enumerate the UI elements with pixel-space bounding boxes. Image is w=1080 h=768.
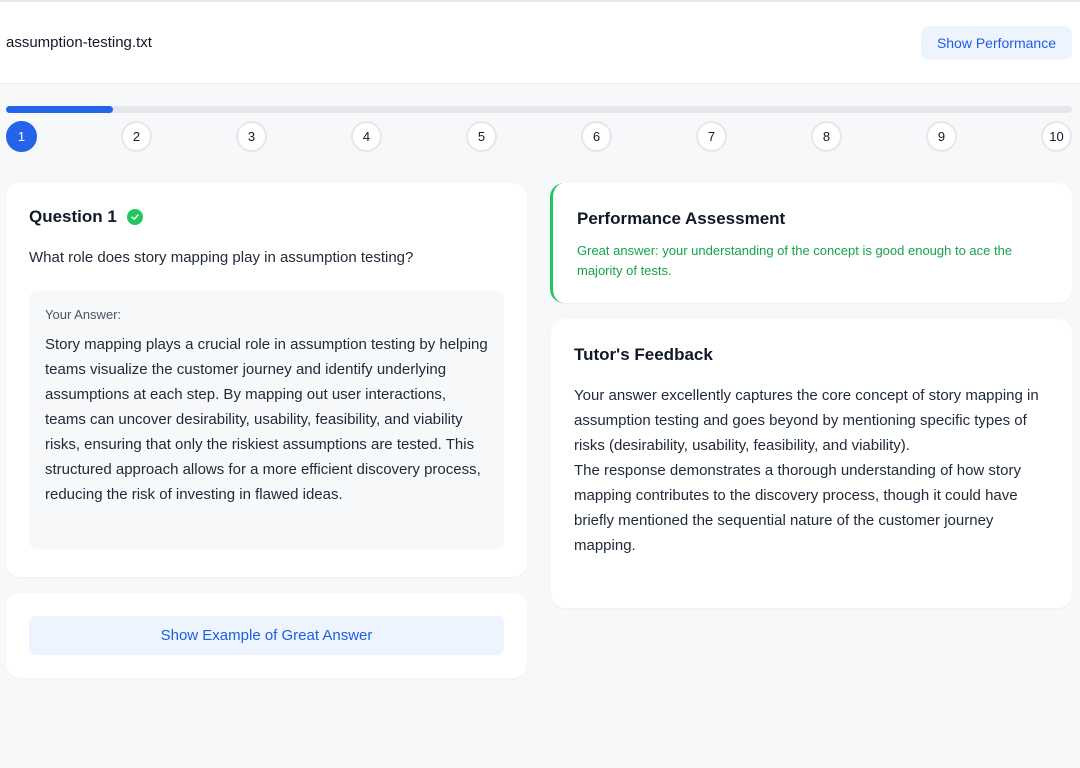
step-1[interactable]: 1 — [6, 121, 37, 152]
feedback-paragraph: The response demonstrates a thorough und… — [574, 462, 1021, 554]
step-3[interactable]: 3 — [236, 121, 267, 152]
progress-section: 1 2 3 4 5 6 7 8 9 10 — [0, 84, 1080, 155]
step-4[interactable]: 4 — [351, 121, 382, 152]
show-performance-button[interactable]: Show Performance — [920, 25, 1072, 60]
answer-text: Story mapping plays a crucial role in as… — [45, 336, 488, 503]
performance-title: Performance Assessment — [577, 209, 786, 228]
step-10[interactable]: 10 — [1041, 121, 1072, 152]
step-7[interactable]: 7 — [696, 121, 727, 152]
example-card: Show Example of Great Answer — [6, 593, 527, 678]
feedback-paragraph: Your answer excellently captures the cor… — [574, 387, 1039, 454]
tutor-feedback-card: Tutor's Feedback Your answer excellently… — [551, 319, 1072, 608]
progress-bar — [6, 106, 1072, 113]
progress-bar-fill — [6, 106, 113, 113]
step-2[interactable]: 2 — [121, 121, 152, 152]
step-6[interactable]: 6 — [581, 121, 612, 152]
performance-text: Great answer: your understanding of the … — [577, 243, 1013, 278]
step-8[interactable]: 8 — [811, 121, 842, 152]
performance-assessment-card: Performance Assessment Great answer: you… — [550, 183, 1072, 303]
question-text: What role does story mapping play in ass… — [29, 249, 414, 266]
question-title: Question 1 — [29, 207, 117, 226]
feedback-title: Tutor's Feedback — [574, 345, 713, 364]
header: assumption-testing.txt Show Performance — [0, 2, 1080, 84]
answer-box: Your Answer: Story mapping plays a cruci… — [29, 291, 504, 549]
file-name: assumption-testing.txt — [6, 34, 152, 51]
question-header: Question 1 — [29, 207, 504, 227]
question-card: Question 1 What role does story mapping … — [6, 183, 527, 577]
step-navigator: 1 2 3 4 5 6 7 8 9 10 — [6, 121, 1072, 155]
step-5[interactable]: 5 — [466, 121, 497, 152]
step-9[interactable]: 9 — [926, 121, 957, 152]
answer-label: Your Answer: — [45, 307, 122, 322]
feedback-text: Your answer excellently captures the cor… — [574, 383, 1049, 558]
check-circle-icon — [126, 209, 143, 225]
show-example-button[interactable]: Show Example of Great Answer — [29, 616, 504, 655]
